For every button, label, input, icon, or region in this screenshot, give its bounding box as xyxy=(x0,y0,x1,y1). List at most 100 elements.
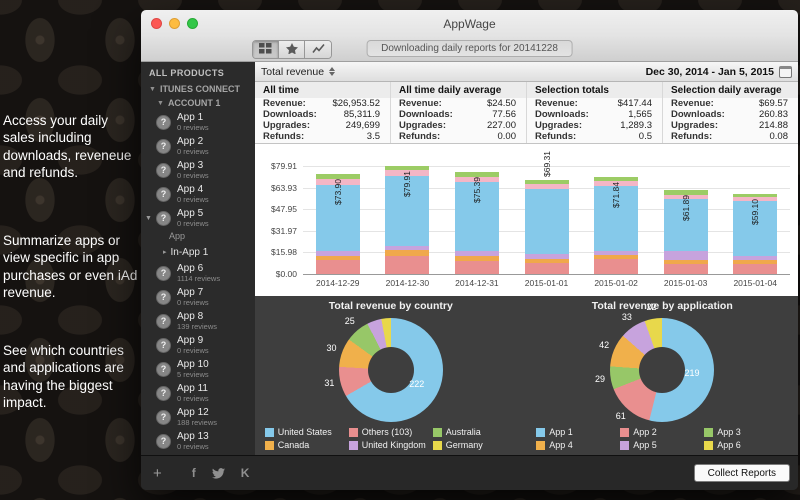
minimize-button[interactable] xyxy=(169,18,180,29)
window-title: AppWage xyxy=(141,17,798,31)
sidebar-item-app-9[interactable]: ?App 90 reviews xyxy=(141,333,255,357)
close-button[interactable] xyxy=(151,18,162,29)
bar-value-label: $75.39 xyxy=(472,177,482,203)
legend-item: App 3 xyxy=(704,427,788,437)
sidebar-inapp-group-label: App xyxy=(141,230,255,243)
sidebar-item-app-13[interactable]: ?App 130 reviews xyxy=(141,429,255,453)
sidebar-item-app-6[interactable]: ?App 61114 reviews xyxy=(141,261,255,285)
stat-label: Refunds: xyxy=(399,131,440,142)
metric-selector[interactable]: Total revenue xyxy=(261,66,335,78)
sidebar-group-account-1[interactable]: ▼ ACCOUNT 1 xyxy=(141,96,255,110)
sidebar-item-app-8[interactable]: ?App 8139 reviews xyxy=(141,309,255,333)
stats-column: Selection totalsRevenue:$417.44Downloads… xyxy=(527,82,663,143)
sidebar-item-in-app-1[interactable]: ▸ In-App 1 xyxy=(141,243,255,261)
sidebar-item-app-10[interactable]: ?App 105 reviews xyxy=(141,357,255,381)
donut-value-label: 61 xyxy=(611,411,631,421)
sidebar-item-app-4[interactable]: ?App 40 reviews xyxy=(141,182,255,206)
stats-row: Downloads: 260.83 xyxy=(663,109,798,120)
app-review-count: 188 reviews xyxy=(177,418,217,427)
app-placeholder-icon: ? xyxy=(156,386,171,401)
reviews-view-button[interactable] xyxy=(279,41,305,58)
stat-value: 260.83 xyxy=(759,109,788,120)
calendar-icon[interactable] xyxy=(779,66,792,78)
stat-label: Downloads: xyxy=(671,109,725,120)
stat-label: Revenue: xyxy=(263,98,306,109)
legend-label: Australia xyxy=(446,427,481,437)
app-review-count: 0 reviews xyxy=(177,394,209,403)
app-placeholder-icon: ? xyxy=(156,362,171,377)
revenue-bar[interactable]: $71.84 xyxy=(594,177,638,274)
revenue-bar[interactable]: $69.31 xyxy=(525,180,569,274)
stat-label: Downloads: xyxy=(535,109,589,120)
line-chart-icon xyxy=(312,42,325,57)
gridline xyxy=(303,274,790,275)
app-name: App 7 xyxy=(177,287,209,298)
app-review-count: 1114 reviews xyxy=(177,274,220,283)
revenue-bar[interactable]: $75.39 xyxy=(455,172,499,274)
donut-section: Total revenue by country222313025United … xyxy=(255,296,798,455)
sidebar-item-app-3[interactable]: ?App 30 reviews xyxy=(141,158,255,182)
bar-segment xyxy=(733,264,777,274)
app-placeholder-icon: ? xyxy=(156,290,171,305)
stat-label: Refunds: xyxy=(535,131,576,142)
stat-value: 3.5 xyxy=(367,131,380,142)
stats-row: Revenue:$26,953.52 xyxy=(255,98,390,109)
sidebar-item-app-7[interactable]: ? App 70 reviews xyxy=(141,285,255,309)
revenue-bar[interactable]: $79.91 xyxy=(385,166,429,274)
toolbar: Downloading daily reports for 20141228 xyxy=(141,37,798,62)
zoom-button[interactable] xyxy=(187,18,198,29)
title-bar[interactable]: AppWage xyxy=(141,10,798,37)
legend-label: Germany xyxy=(446,440,483,450)
stat-value: 249,699 xyxy=(346,120,380,131)
legend-label: Others (103) xyxy=(362,427,413,437)
sidebar-item-app-2[interactable]: ?App 20 reviews xyxy=(141,134,255,158)
stat-value: $24.50 xyxy=(487,98,516,109)
add-account-button[interactable]: + xyxy=(149,465,166,482)
revenue-bar[interactable]: $61.89 xyxy=(664,190,708,274)
legend-label: App 2 xyxy=(633,427,657,437)
stat-label: Upgrades: xyxy=(671,120,718,131)
stat-label: Refunds: xyxy=(263,131,304,142)
sidebar-item-app-12[interactable]: ?App 12188 reviews xyxy=(141,405,255,429)
donut-ring[interactable]: 2196129423322 xyxy=(610,318,714,422)
date-range-control[interactable]: Dec 30, 2014 - Jan 5, 2015 xyxy=(646,66,792,78)
sidebar-item-all-products[interactable]: ALL PRODUCTS xyxy=(141,62,255,82)
donut-value-label: 33 xyxy=(617,312,637,322)
sidebar-item-app-5[interactable]: ▼?App 50 reviews xyxy=(141,206,255,230)
sidebar-item-app-11[interactable]: ?App 110 reviews xyxy=(141,381,255,405)
dashboard-view-button[interactable] xyxy=(253,41,279,58)
y-axis-tick: $79.91 xyxy=(255,161,297,171)
revenue-bar[interactable]: $59.10 xyxy=(733,194,777,274)
collect-reports-button[interactable]: Collect Reports xyxy=(694,464,790,482)
twitter-icon[interactable] xyxy=(212,468,225,479)
legend-item: App 1 xyxy=(536,427,620,437)
disclosure-open-icon[interactable]: ▼ xyxy=(149,86,156,93)
stat-label: Revenue: xyxy=(399,98,442,109)
y-axis-tick: $47.95 xyxy=(255,204,297,214)
legend-label: App 4 xyxy=(549,440,573,450)
disclosure-closed-icon[interactable]: ▸ xyxy=(163,248,167,256)
facebook-icon[interactable]: f xyxy=(192,466,196,480)
charts-view-button[interactable] xyxy=(305,41,331,58)
app-name: App 5 xyxy=(177,208,209,219)
y-axis-tick: $15.98 xyxy=(255,247,297,257)
stats-row: Refunds:0.08 xyxy=(663,131,798,142)
bar-segment xyxy=(316,260,360,274)
disclosure-open-icon[interactable]: ▼ xyxy=(145,215,152,222)
app-list: ?App 10 reviews?App 20 reviews?App 30 re… xyxy=(141,110,255,453)
revenue-bar[interactable]: $73.90 xyxy=(316,174,360,274)
legend-item: United States xyxy=(265,427,349,437)
k-logo-icon[interactable]: K xyxy=(241,466,250,480)
inapp-label: In-App 1 xyxy=(171,247,209,258)
sidebar-group-itunes-connect[interactable]: ▼ ITUNES CONNECT xyxy=(141,82,255,96)
bar-segment xyxy=(525,189,569,255)
app-review-count: 0 reviews xyxy=(177,123,209,132)
star-icon xyxy=(286,42,298,57)
donut-ring[interactable]: 222313025 xyxy=(339,318,443,422)
chart-control-bar: Total revenue Dec 30, 2014 - Jan 5, 2015 xyxy=(255,62,798,82)
app-placeholder-icon: ? xyxy=(156,115,171,130)
sidebar-item-app-1[interactable]: ?App 10 reviews xyxy=(141,110,255,134)
disclosure-open-icon[interactable]: ▼ xyxy=(157,100,164,107)
app-name: App 2 xyxy=(177,136,209,147)
app-review-count: 0 reviews xyxy=(177,298,209,307)
